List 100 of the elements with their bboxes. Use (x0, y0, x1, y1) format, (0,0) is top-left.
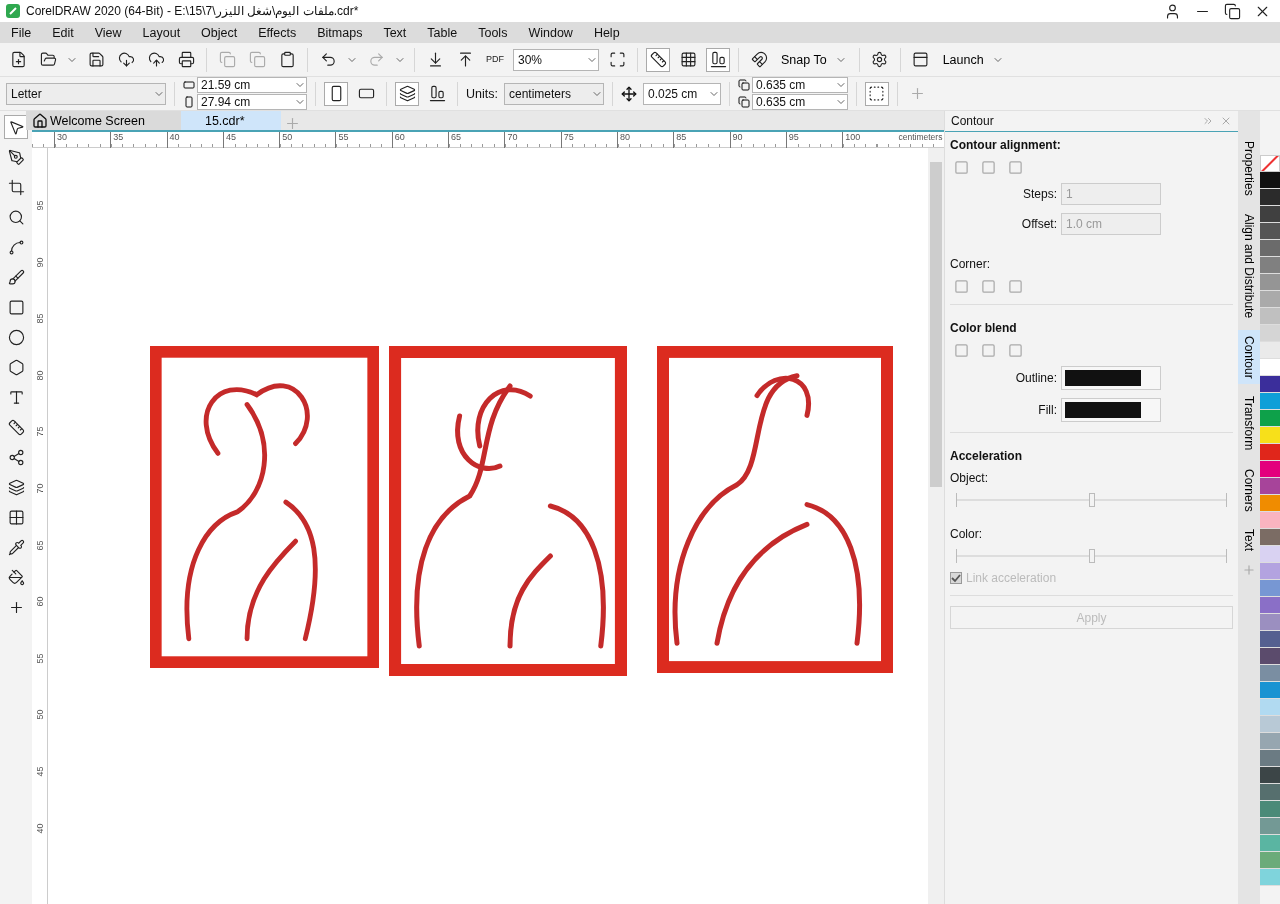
color-swatch[interactable] (1260, 699, 1280, 716)
color-swatch[interactable] (1260, 597, 1280, 614)
side-tab[interactable]: Properties (1238, 135, 1260, 202)
freehand-icon[interactable] (7, 238, 25, 256)
menu-item[interactable]: Tools (470, 25, 521, 40)
color-swatch[interactable] (1260, 716, 1280, 733)
connector-icon[interactable] (7, 448, 25, 466)
side-tab[interactable]: Contour (1238, 329, 1260, 385)
menu-item[interactable]: Layout (134, 25, 194, 40)
color-swatch[interactable] (1260, 818, 1280, 835)
width-field[interactable]: 21.59 cm (197, 77, 307, 93)
object-slider[interactable] (956, 493, 1227, 507)
color-swatch[interactable] (1260, 410, 1280, 427)
menu-item[interactable]: File (3, 25, 45, 40)
menu-item[interactable]: Effects (250, 25, 310, 40)
nudge-field[interactable]: 0.025 cm (642, 82, 721, 105)
undo-icon[interactable] (319, 51, 337, 68)
color-swatch[interactable] (1260, 563, 1280, 580)
duplicate-y-field[interactable]: 0.635 cm (751, 94, 848, 110)
shape-tool-icon[interactable] (7, 148, 25, 166)
transparency-icon[interactable] (7, 508, 25, 526)
color-swatch[interactable] (1260, 189, 1280, 206)
restore-button[interactable] (1223, 2, 1241, 20)
page-size-dropdown[interactable]: Letter (6, 82, 166, 105)
cloud-download-icon[interactable] (117, 51, 135, 68)
new-file-icon[interactable] (9, 51, 27, 68)
duplicate-icon[interactable] (248, 51, 266, 68)
height-field[interactable]: 27.94 cm (197, 94, 307, 110)
toggle-button[interactable] (646, 47, 670, 72)
color-swatch[interactable] (1260, 750, 1280, 767)
color-swatch[interactable] (1260, 393, 1280, 410)
rectangle-icon[interactable] (7, 298, 25, 316)
brush-icon[interactable] (7, 268, 25, 286)
color-swatch[interactable] (1260, 427, 1280, 444)
shadow-icon[interactable] (7, 478, 25, 496)
text-tool-icon[interactable] (7, 388, 25, 406)
color-swatch[interactable] (1260, 257, 1280, 274)
snap-to-button[interactable]: Snap To (777, 52, 851, 67)
color-swatch[interactable] (1260, 733, 1280, 750)
color-swatch[interactable] (1260, 835, 1280, 852)
eyedropper-icon[interactable] (7, 538, 25, 556)
color-swatch[interactable] (1260, 308, 1280, 325)
document-tab[interactable]: 15.cdr* (180, 111, 281, 130)
snap-off-icon[interactable] (750, 51, 768, 68)
color-swatch[interactable] (1260, 291, 1280, 308)
color-swatch[interactable] (1260, 665, 1280, 682)
toggle-button[interactable] (4, 115, 28, 139)
outline-color-picker[interactable] (1061, 366, 1161, 390)
color-swatch[interactable] (1260, 852, 1280, 869)
current-page-icon[interactable] (428, 85, 446, 102)
color-swatch[interactable] (1260, 631, 1280, 648)
copy-icon[interactable] (218, 51, 236, 68)
menu-item[interactable]: Table (419, 25, 471, 40)
paste-icon[interactable] (278, 51, 296, 68)
zoom-icon[interactable] (7, 208, 25, 226)
color-swatch[interactable] (1260, 529, 1280, 546)
cloud-upload-icon[interactable] (147, 51, 165, 68)
units-dropdown[interactable]: centimeters (503, 82, 604, 105)
fill-icon[interactable] (7, 568, 25, 586)
settings-icon[interactable] (871, 51, 889, 68)
menu-item[interactable]: Help (585, 25, 633, 40)
menu-item[interactable]: Edit (44, 25, 87, 40)
color-swatch[interactable] (1260, 801, 1280, 818)
menu-item[interactable]: View (86, 25, 135, 40)
polygon-icon[interactable] (7, 358, 25, 376)
color-swatch[interactable] (1260, 325, 1280, 342)
color-swatch[interactable] (1260, 767, 1280, 784)
redo-icon[interactable] (367, 51, 385, 68)
color-swatch[interactable] (1260, 240, 1280, 257)
color-swatch[interactable] (1260, 648, 1280, 665)
collapse-icon[interactable] (1202, 115, 1214, 127)
color-swatch[interactable] (1260, 461, 1280, 478)
menu-item[interactable]: Bitmaps (309, 25, 376, 40)
toggle-button[interactable] (864, 81, 889, 106)
menu-item[interactable]: Object (193, 25, 251, 40)
fill-color-picker[interactable] (1061, 398, 1161, 422)
color-swatch[interactable] (1260, 359, 1280, 376)
side-tab[interactable]: Transform (1238, 390, 1260, 457)
color-swatch[interactable] (1260, 274, 1280, 291)
document-tab[interactable]: Welcome Screen (26, 111, 181, 130)
open-folder-icon[interactable] (39, 51, 57, 68)
close-icon[interactable] (1220, 115, 1232, 127)
color-swatch[interactable] (1260, 376, 1280, 393)
pdf-button[interactable]: PDF (483, 47, 507, 72)
full-screen-icon[interactable] (608, 51, 626, 68)
toggle-button[interactable] (395, 81, 419, 106)
dimension-icon[interactable] (7, 418, 25, 436)
color-swatch[interactable] (1260, 172, 1280, 189)
launch-button[interactable]: Launch (938, 52, 1008, 67)
color-swatch[interactable] (1260, 342, 1280, 359)
menu-item[interactable]: Text (375, 25, 420, 40)
color-swatch[interactable] (1260, 223, 1280, 240)
color-swatch[interactable] (1260, 546, 1280, 563)
toggle-button[interactable] (706, 47, 730, 72)
save-icon[interactable] (87, 51, 105, 68)
print-icon[interactable] (177, 51, 195, 68)
duplicate-x-field[interactable]: 0.635 cm (751, 77, 848, 93)
color-swatch[interactable] (1260, 869, 1280, 886)
no-color-swatch[interactable] (1260, 155, 1280, 172)
color-swatch[interactable] (1260, 206, 1280, 223)
